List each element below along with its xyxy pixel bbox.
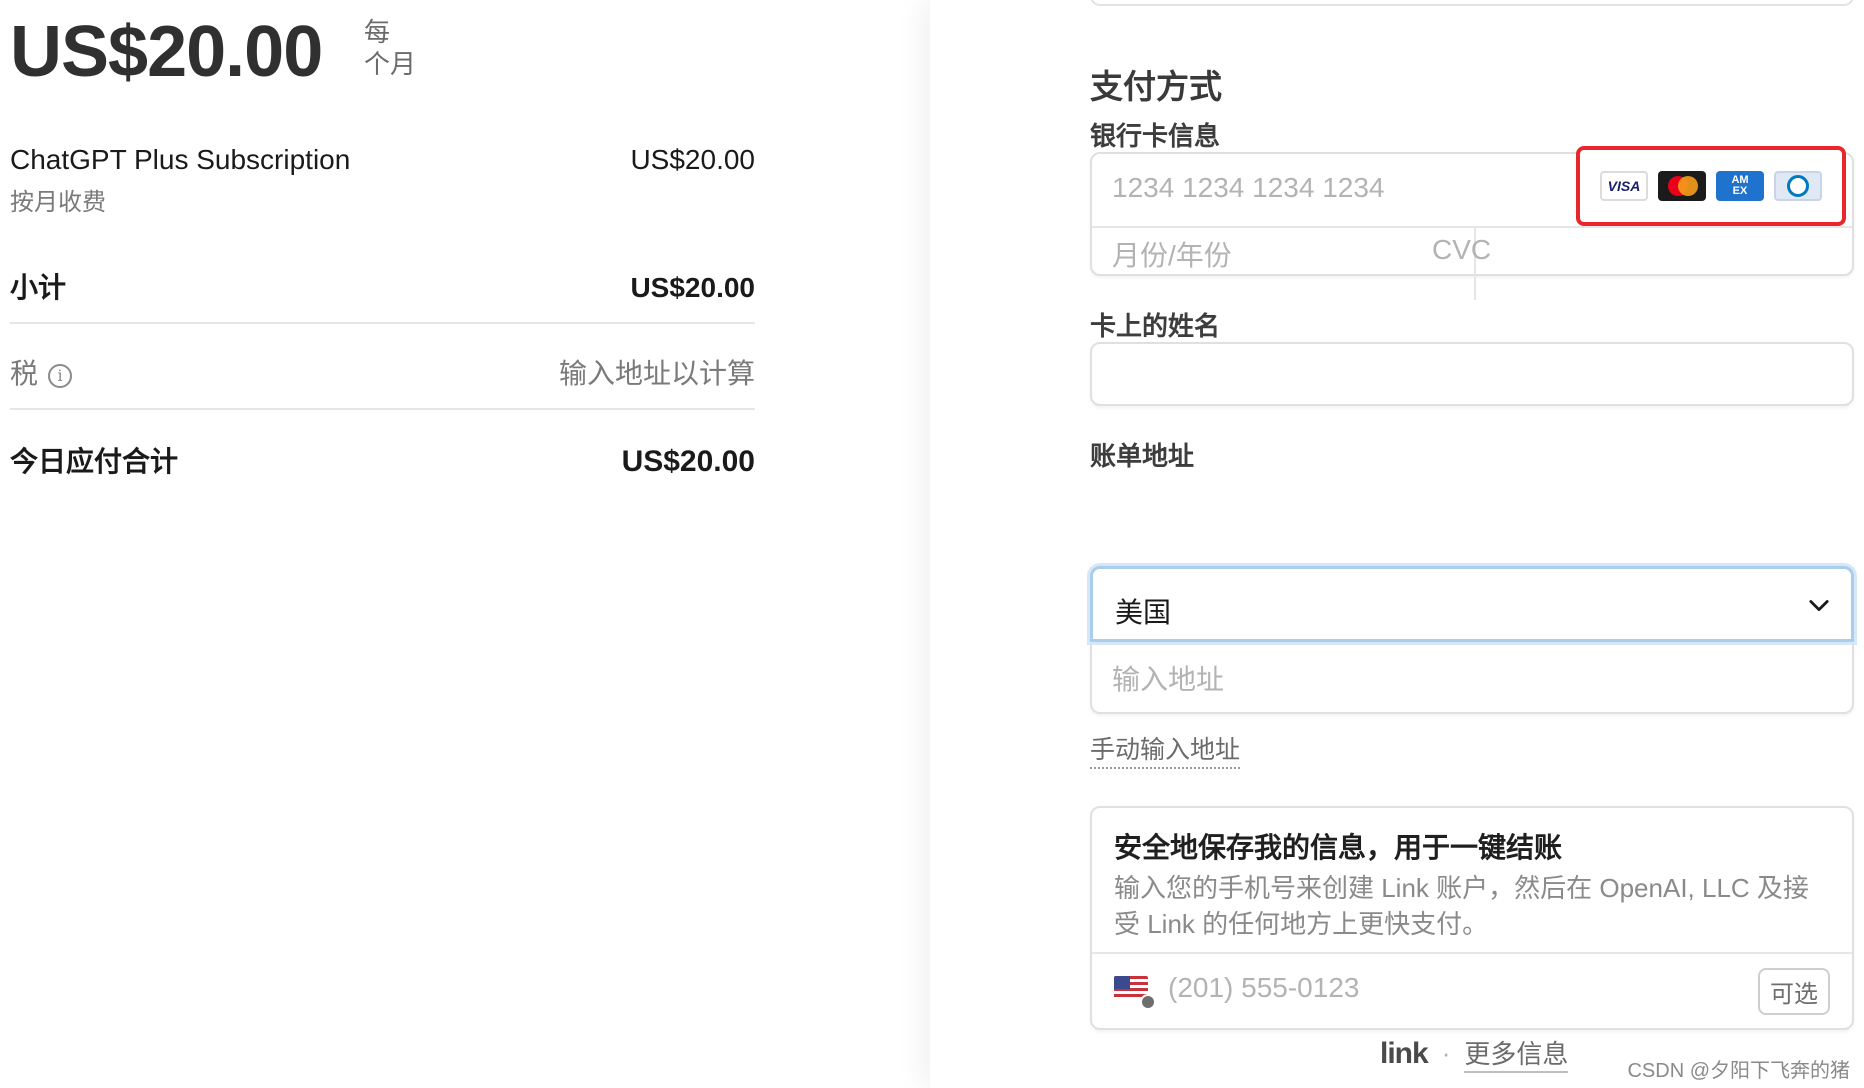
country-select[interactable]: 美国: [1090, 566, 1854, 642]
link-logo: link: [1380, 1036, 1429, 1070]
cvc-input[interactable]: CVC: [1432, 234, 1491, 266]
order-summary-panel: US$20.00 每 个月 ChatGPT Plus Subscription …: [0, 0, 930, 1088]
tax-label-wrap: 税i: [10, 352, 73, 392]
card-info-label: 银行卡信息: [1090, 121, 1221, 151]
billing-address-label: 账单地址: [1090, 441, 1195, 471]
optional-badge: 可选: [1758, 968, 1830, 1015]
price-period-line1: 每: [364, 17, 391, 47]
price-period: 每 个月: [364, 16, 416, 80]
total-value: US$20.00: [621, 445, 755, 478]
card-input-group: 1234 1234 1234 1234 VISA AM EX 月份/年份 CVC: [1090, 146, 1854, 300]
more-info-link[interactable]: 更多信息: [1464, 1034, 1569, 1073]
link-save-description: 输入您的手机号来创建 Link 账户，然后在 OpenAI, LLC 及接受 L…: [1114, 873, 1809, 939]
total-label: 今日应付合计: [10, 446, 179, 477]
dropdown-badge-icon: [1140, 994, 1156, 1010]
link-save-title: 安全地保存我的信息，用于一键结账: [1114, 832, 1563, 863]
subtotal-value: US$20.00: [630, 272, 755, 303]
tax-value: 输入地址以计算: [558, 358, 755, 389]
divider: [1092, 226, 1852, 228]
mastercard-icon: [1658, 171, 1706, 201]
line-item-name: ChatGPT Plus Subscription: [10, 144, 351, 175]
divider: [10, 408, 755, 410]
price-period-line2: 个月: [364, 49, 417, 79]
total-row: 今日应付合计 US$20.00: [10, 440, 755, 480]
phone-input[interactable]: (201) 555-0123: [1168, 972, 1359, 1004]
divider: [1092, 952, 1852, 954]
manual-address-link[interactable]: 手动输入地址: [1090, 730, 1241, 769]
tax-label: 税: [10, 358, 39, 389]
amex-icon: AM EX: [1716, 171, 1764, 201]
previous-field-box: [1090, 0, 1854, 6]
watermark: CSDN @夕阳下飞奔的猪: [1627, 1060, 1850, 1082]
divider: [10, 322, 755, 324]
cardholder-name-label: 卡上的姓名: [1090, 311, 1221, 341]
chevron-down-icon: [1809, 600, 1829, 612]
country-select-value: 美国: [1115, 597, 1172, 628]
separator-dot: ·: [1441, 1038, 1451, 1068]
address-placeholder: 输入地址: [1112, 664, 1225, 695]
cardholder-name-input[interactable]: [1090, 342, 1854, 406]
address-input[interactable]: 输入地址: [1090, 644, 1854, 714]
info-circle-icon[interactable]: i: [48, 363, 73, 388]
visa-icon: VISA: [1600, 171, 1648, 201]
card-brand-icons: VISA AM EX: [1576, 146, 1846, 226]
card-number-input[interactable]: 1234 1234 1234 1234: [1112, 172, 1385, 204]
subtotal-row: 小计 US$20.00: [10, 266, 755, 306]
link-save-card: 安全地保存我的信息，用于一键结账 输入您的手机号来创建 Link 账户，然后在 …: [1090, 806, 1854, 1030]
line-item-price: US$20.00: [630, 144, 755, 175]
subtotal-label: 小计: [10, 272, 67, 303]
tax-row: 税i 输入地址以计算: [10, 352, 755, 392]
expiry-input[interactable]: 月份/年份: [1112, 234, 1232, 274]
line-item-billing: 按月收费: [10, 189, 106, 216]
link-footer: link · 更多信息: [1380, 1034, 1569, 1073]
diners-club-icon: [1774, 171, 1822, 201]
line-item: ChatGPT Plus Subscription US$20.00: [10, 144, 755, 176]
payment-form-panel: 支付方式 银行卡信息 1234 1234 1234 1234 VISA AM EX…: [930, 0, 1864, 1088]
price-amount: US$20.00: [10, 12, 323, 92]
payment-method-title: 支付方式: [1090, 68, 1222, 105]
